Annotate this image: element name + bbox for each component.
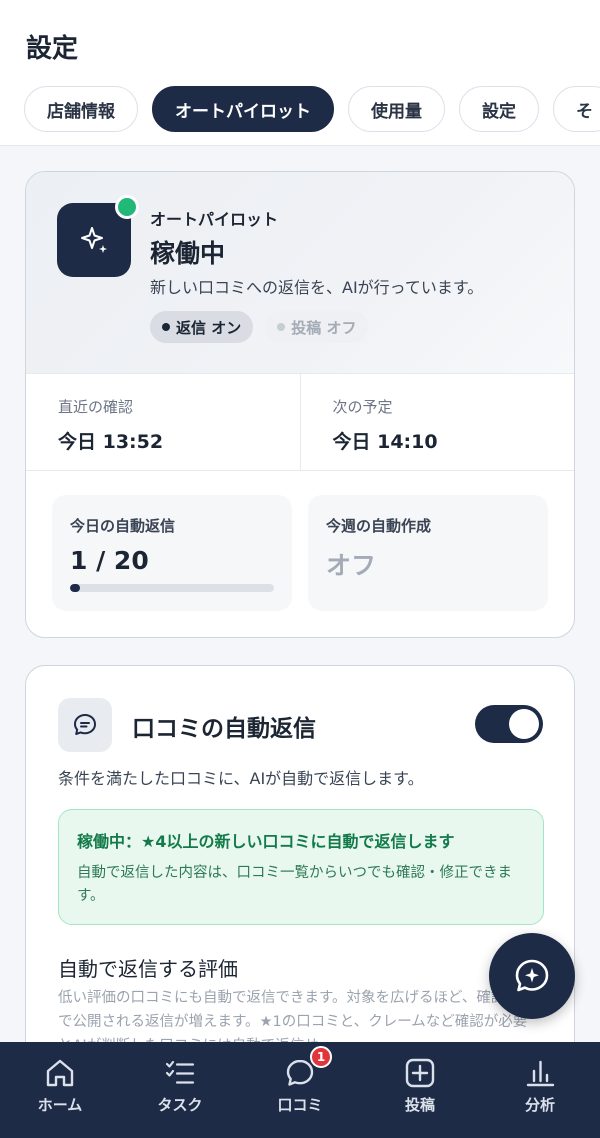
tab-usage[interactable]: 使用量 bbox=[348, 86, 445, 132]
last-check: 直近の確認 今日 13:52 bbox=[26, 374, 300, 470]
tab-other[interactable]: そ bbox=[553, 86, 600, 132]
plus-square-icon bbox=[405, 1058, 435, 1088]
nav-label-posts: 投稿 bbox=[404, 1096, 435, 1114]
next-schedule-label: 次の予定 bbox=[332, 398, 393, 416]
next-schedule-value: 今日 14:10 bbox=[332, 431, 438, 453]
autopilot-icon-tile bbox=[57, 195, 139, 277]
ai-assistant-fab[interactable] bbox=[489, 933, 575, 1019]
nav-label-reviews: 口コミ bbox=[277, 1096, 323, 1114]
auto-reply-icon-tile bbox=[58, 698, 112, 752]
nav-item-home[interactable]: ホーム bbox=[0, 1042, 120, 1138]
today-replies-value: 1 / 20 bbox=[70, 546, 149, 575]
today-replies-label: 今日の自動返信 bbox=[70, 517, 176, 535]
week-auto-creation: 今週の自動作成 オフ bbox=[308, 495, 548, 611]
next-schedule: 次の予定 今日 14:10 bbox=[299, 374, 575, 470]
nav-item-posts[interactable]: 投稿 bbox=[360, 1042, 480, 1138]
bottom-navigation: ホーム タスク 1 口コミ 投稿 分析 bbox=[0, 1042, 600, 1138]
today-replies-progress bbox=[70, 584, 274, 592]
autopilot-stats: 今日の自動返信 1 / 20 今週の自動作成 オフ bbox=[26, 471, 574, 611]
notice-heading: 稼働中：★4以上の新しい口コミに自動で返信します bbox=[77, 832, 455, 851]
home-icon bbox=[46, 1059, 74, 1087]
auto-reply-toggle[interactable] bbox=[475, 705, 543, 743]
last-check-value: 今日 13:52 bbox=[58, 431, 164, 453]
autopilot-description: 新しい口コミへの返信を、AIが行っています。 bbox=[150, 278, 484, 297]
dot-icon bbox=[162, 323, 170, 331]
reply-on-badge: 返信 オン bbox=[150, 311, 254, 343]
tab-store-info[interactable]: 店舗情報 bbox=[24, 86, 138, 132]
last-check-label: 直近の確認 bbox=[58, 398, 134, 416]
auto-reply-card: 口コミの自動返信 条件を満たした口コミに、AIが自動で返信します。 稼働中：★4… bbox=[25, 665, 575, 1085]
notice-body: 自動で返信した内容は、口コミ一覧からいつでも確認・修正できます。 bbox=[77, 865, 512, 904]
autopilot-times: 直近の確認 今日 13:52 次の予定 今日 14:10 bbox=[26, 374, 574, 471]
nav-label-analytics: 分析 bbox=[524, 1096, 555, 1114]
nav-label-tasks: タスク bbox=[157, 1096, 203, 1114]
auto-reply-title: 口コミの自動返信 bbox=[132, 716, 316, 742]
dot-icon bbox=[277, 323, 286, 331]
nav-item-tasks[interactable]: タスク bbox=[120, 1042, 240, 1138]
week-creation-label: 今週の自動作成 bbox=[326, 517, 432, 535]
progress-fill bbox=[70, 584, 81, 592]
autopilot-status-panel: オートパイロット 稼働中 新しい口コミへの返信を、AIが行っています。 返信 オ… bbox=[26, 172, 574, 374]
settings-tabs: 店舗情報 オートパイロット 使用量 設定 そ bbox=[24, 86, 600, 132]
active-status-dot bbox=[115, 195, 139, 219]
autopilot-badges: 返信 オン 投稿 オフ bbox=[150, 311, 369, 343]
task-list-icon bbox=[165, 1060, 195, 1084]
toggle-knob bbox=[509, 709, 539, 739]
ai-chat-sparkle-icon bbox=[515, 959, 549, 992]
reply-badge-label: 返信 オン bbox=[176, 318, 242, 337]
chat-bubble-icon bbox=[74, 714, 96, 735]
page-title: 設定 bbox=[26, 34, 79, 64]
bar-chart-icon bbox=[526, 1060, 555, 1087]
auto-reply-description: 条件を満たした口コミに、AIが自動で返信します。 bbox=[58, 769, 424, 788]
rating-section-title: 自動で返信する評価 bbox=[58, 957, 238, 981]
header: 設定 店舗情報 オートパイロット 使用量 設定 そ bbox=[0, 0, 600, 146]
post-off-badge: 投稿 オフ bbox=[265, 311, 369, 343]
auto-reply-status-notice: 稼働中：★4以上の新しい口コミに自動で返信します 自動で返信した内容は、口コミ一… bbox=[58, 809, 544, 925]
tab-autopilot[interactable]: オートパイロット bbox=[152, 86, 334, 132]
sparkle-icon bbox=[81, 227, 107, 253]
post-badge-label: 投稿 オフ bbox=[291, 318, 357, 337]
nav-item-reviews[interactable]: 1 口コミ bbox=[240, 1042, 360, 1138]
tab-settings[interactable]: 設定 bbox=[459, 86, 539, 132]
nav-item-analytics[interactable]: 分析 bbox=[480, 1042, 600, 1138]
notification-count-badge: 1 bbox=[310, 1046, 332, 1068]
autopilot-status: 稼働中 bbox=[150, 239, 226, 268]
today-auto-replies: 今日の自動返信 1 / 20 bbox=[52, 495, 292, 611]
autopilot-card: オートパイロット 稼働中 新しい口コミへの返信を、AIが行っています。 返信 オ… bbox=[25, 171, 575, 638]
nav-label-home: ホーム bbox=[37, 1096, 83, 1114]
autopilot-label: オートパイロット bbox=[150, 210, 279, 229]
week-creation-value: オフ bbox=[326, 551, 377, 580]
